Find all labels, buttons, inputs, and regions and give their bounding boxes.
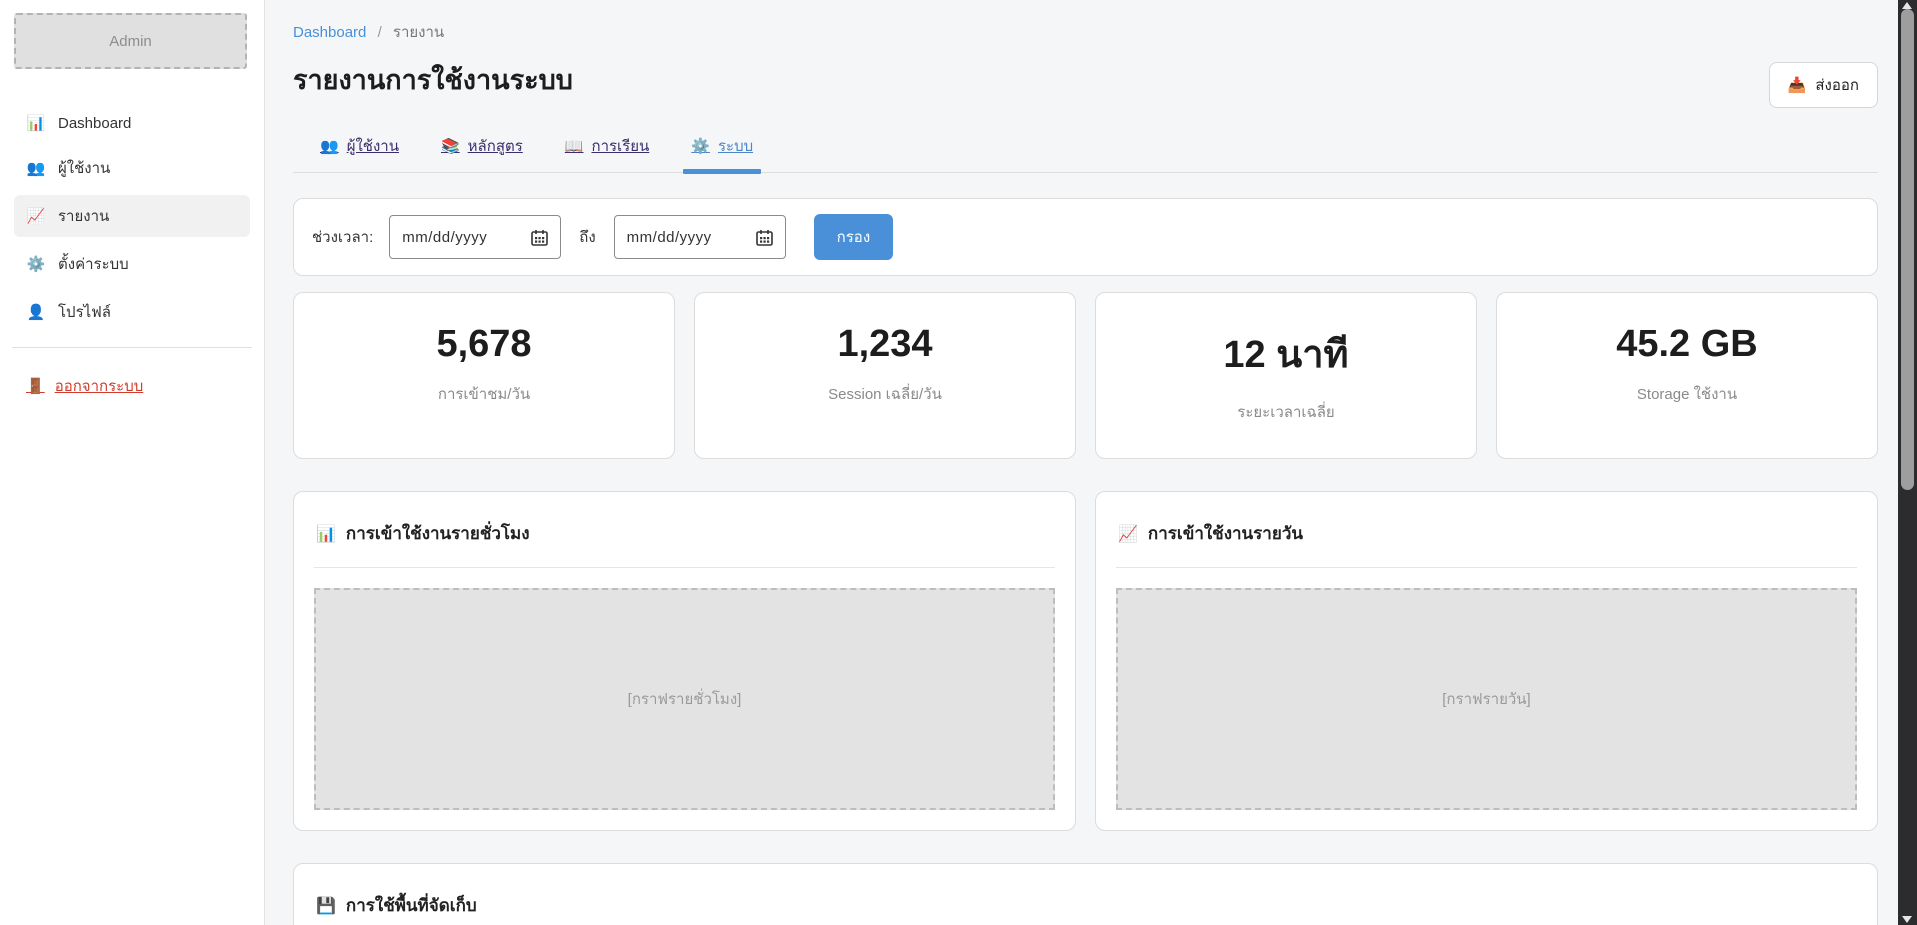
report-tabs: 👥 ผู้ใช้งาน 📚 หลักสูตร 📖 การเรียน ⚙️ ระบ…	[293, 134, 1878, 173]
sidebar-item-label: ตั้งค่าระบบ	[58, 252, 129, 276]
stat-label: Storage ใช้งาน	[1507, 382, 1867, 406]
books-icon: 📚	[441, 137, 460, 155]
stat-card-storage: 45.2 GB Storage ใช้งาน	[1496, 292, 1878, 459]
sidebar-item-profile[interactable]: 👤 โปรไฟล์	[14, 291, 250, 333]
date-filter-bar: ช่วงเวลา: mm/dd/yyyy ถึง mm/dd/yyyy	[293, 198, 1878, 276]
date-to-label: ถึง	[579, 225, 595, 249]
breadcrumb: Dashboard / รายงาน	[293, 20, 1878, 44]
tab-label: หลักสูตร	[468, 134, 523, 158]
bar-chart-icon: 📊	[316, 524, 336, 544]
sidebar-nav: 📊 Dashboard 👥 ผู้ใช้งาน 📈 รายงาน ⚙️ ตั้ง…	[0, 105, 264, 333]
stat-label: Session เฉลี่ย/วัน	[705, 382, 1065, 406]
breadcrumb-current: รายงาน	[393, 24, 444, 41]
stat-label: ระยะเวลาเฉลี่ย	[1106, 400, 1466, 424]
card-title: การใช้พื้นที่จัดเก็บ	[346, 892, 477, 919]
sidebar-item-reports[interactable]: 📈 รายงาน	[14, 195, 250, 237]
sidebar-item-label: รายงาน	[58, 204, 109, 228]
stat-value: 1,234	[705, 323, 1065, 366]
card-divider	[314, 567, 1055, 568]
page-header: รายงานการใช้งานระบบ 📥 ส่งออก	[293, 58, 1878, 108]
card-header: 💾 การใช้พื้นที่จัดเก็บ	[314, 884, 1857, 925]
sidebar-item-dashboard[interactable]: 📊 Dashboard	[14, 105, 250, 141]
charts-row: 📊 การเข้าใช้งานรายชั่วโมง [กราฟรายชั่วโม…	[293, 491, 1878, 831]
breadcrumb-separator: /	[378, 24, 382, 41]
calendar-icon	[756, 229, 773, 246]
tab-label: การเรียน	[591, 134, 649, 158]
stat-label: การเข้าชม/วัน	[304, 382, 664, 406]
sidebar-item-users[interactable]: 👥 ผู้ใช้งาน	[14, 147, 250, 189]
storage-usage-card: 💾 การใช้พื้นที่จัดเก็บ	[293, 863, 1878, 925]
date-to-value: mm/dd/yyyy	[627, 229, 748, 246]
dashboard-icon: 📊	[26, 114, 46, 132]
card-header: 📊 การเข้าใช้งานรายชั่วโมง	[314, 512, 1055, 553]
line-chart-icon: 📈	[1118, 524, 1138, 544]
scrollbar-up-arrow[interactable]	[1902, 2, 1912, 9]
tab-courses[interactable]: 📚 หลักสูตร	[439, 134, 525, 172]
hourly-usage-card: 📊 การเข้าใช้งานรายชั่วโมง [กราฟรายชั่วโม…	[293, 491, 1076, 831]
sidebar: Admin 📊 Dashboard 👥 ผู้ใช้งาน 📈 รายงาน ⚙…	[0, 0, 265, 925]
export-label: ส่งออก	[1815, 73, 1859, 97]
tab-learning[interactable]: 📖 การเรียน	[563, 134, 651, 172]
chart-increasing-icon: 📈	[26, 207, 46, 225]
tab-system[interactable]: ⚙️ ระบบ	[689, 134, 755, 172]
stat-value: 45.2 GB	[1507, 323, 1867, 366]
card-title: การเข้าใช้งานรายวัน	[1148, 520, 1303, 547]
placeholder-text: [กราฟรายชั่วโมง]	[628, 687, 742, 711]
logout-label: ออกจากระบบ	[55, 374, 144, 398]
breadcrumb-dashboard-link[interactable]: Dashboard	[293, 24, 366, 41]
open-book-icon: 📖	[565, 137, 584, 155]
users-icon: 👥	[26, 159, 46, 177]
daily-usage-card: 📈 การเข้าใช้งานรายวัน [กราฟรายวัน]	[1095, 491, 1878, 831]
stat-value: 5,678	[304, 323, 664, 366]
door-icon: 🚪	[26, 377, 45, 395]
sidebar-item-label: Dashboard	[58, 115, 131, 132]
stat-card-visits: 5,678 การเข้าชม/วัน	[293, 292, 675, 459]
admin-logo-placeholder: Admin	[14, 13, 247, 69]
stat-card-sessions: 1,234 Session เฉลี่ย/วัน	[694, 292, 1076, 459]
date-from-value: mm/dd/yyyy	[402, 229, 523, 246]
sidebar-item-label: โปรไฟล์	[58, 300, 111, 324]
tab-label: ผู้ใช้งาน	[347, 134, 399, 158]
users-icon: 👥	[320, 137, 339, 155]
gear-icon: ⚙️	[26, 255, 46, 273]
admin-logo-text: Admin	[109, 33, 152, 50]
stat-card-avg-duration: 12 นาที ระยะเวลาเฉลี่ย	[1095, 292, 1477, 459]
filter-button[interactable]: กรอง	[814, 214, 893, 260]
daily-chart-placeholder: [กราฟรายวัน]	[1116, 588, 1857, 810]
sidebar-item-settings[interactable]: ⚙️ ตั้งค่าระบบ	[14, 243, 250, 285]
sidebar-item-label: ผู้ใช้งาน	[58, 156, 110, 180]
vertical-scrollbar[interactable]	[1898, 0, 1917, 925]
tab-users[interactable]: 👥 ผู้ใช้งาน	[318, 134, 401, 172]
date-from-input[interactable]: mm/dd/yyyy	[389, 215, 561, 259]
export-button[interactable]: 📥 ส่งออก	[1769, 62, 1878, 108]
calendar-icon	[531, 229, 548, 246]
stat-value: 12 นาที	[1106, 323, 1466, 384]
scrollbar-down-arrow[interactable]	[1902, 916, 1912, 923]
main-content: Dashboard / รายงาน รายงานการใช้งานระบบ 📥…	[265, 0, 1917, 925]
date-to-input[interactable]: mm/dd/yyyy	[614, 215, 786, 259]
floppy-disk-icon: 💾	[316, 896, 336, 916]
tab-label: ระบบ	[718, 134, 753, 158]
export-icon: 📥	[1788, 76, 1807, 94]
scrollbar-thumb[interactable]	[1901, 9, 1914, 490]
hourly-chart-placeholder: [กราฟรายชั่วโมง]	[314, 588, 1055, 810]
card-title: การเข้าใช้งานรายชั่วโมง	[346, 520, 530, 547]
placeholder-text: [กราฟรายวัน]	[1442, 687, 1530, 711]
card-header: 📈 การเข้าใช้งานรายวัน	[1116, 512, 1857, 553]
logout-link[interactable]: 🚪 ออกจากระบบ	[14, 368, 250, 404]
date-range-label: ช่วงเวลา:	[312, 225, 373, 249]
card-divider	[1116, 567, 1857, 568]
stats-row: 5,678 การเข้าชม/วัน 1,234 Session เฉลี่ย…	[293, 292, 1878, 459]
page-title: รายงานการใช้งานระบบ	[293, 58, 573, 101]
person-icon: 👤	[26, 303, 46, 321]
sidebar-divider	[12, 347, 252, 348]
gear-icon: ⚙️	[691, 137, 710, 155]
